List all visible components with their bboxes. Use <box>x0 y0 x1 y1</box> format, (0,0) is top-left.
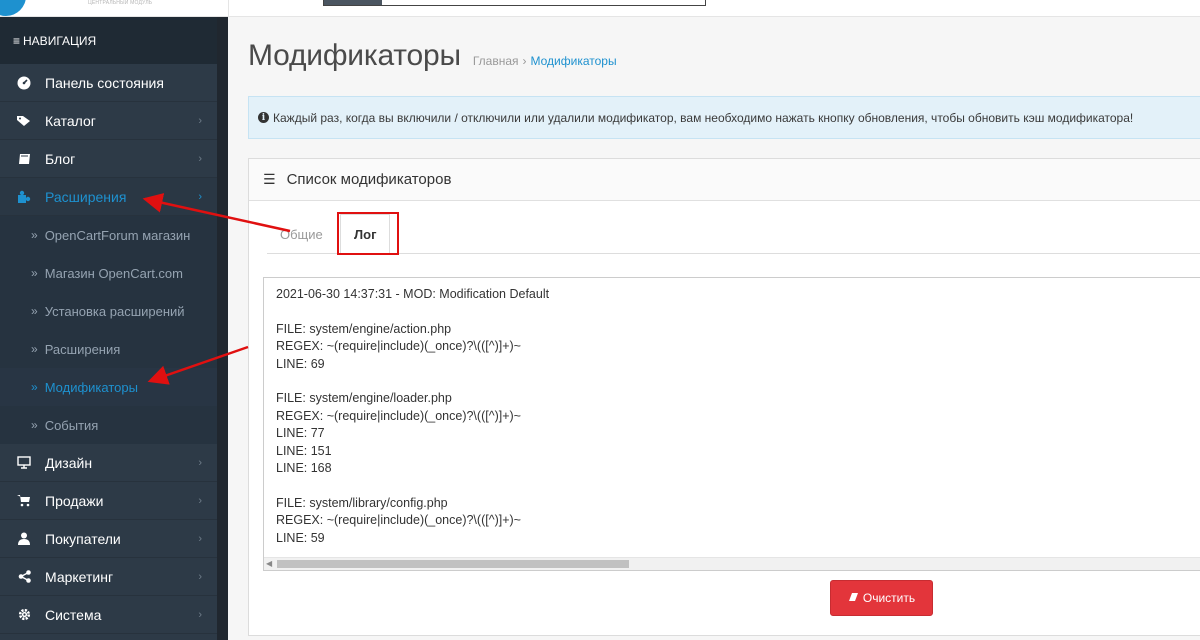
eraser-icon <box>848 591 859 605</box>
submenu-item-label: Установка расширений <box>44 303 185 319</box>
breadcrumb: Главная › Модификаторы <box>473 54 617 68</box>
double-chevron-icon: » <box>31 380 38 394</box>
sidebar-item-label: Маркетинг <box>45 568 114 585</box>
clear-button-label: Очистить <box>862 591 916 605</box>
hamburger-icon: ≡ <box>13 33 21 48</box>
sidebar: ≡ НАВИГАЦИЯ Панель состояния Каталог › Б… <box>0 17 217 640</box>
sidebar-item-dashboard[interactable]: Панель состояния <box>0 64 217 102</box>
sidebar-item-label: Продажи <box>45 492 104 509</box>
double-chevron-icon: » <box>31 418 38 432</box>
logo[interactable] <box>0 0 26 16</box>
chevron-right-icon: › <box>198 494 202 507</box>
breadcrumb-home[interactable]: Главная <box>473 54 519 68</box>
cart-icon <box>17 494 31 508</box>
sidebar-item-label: Система <box>45 606 102 623</box>
chevron-right-icon: › <box>198 608 202 621</box>
submenu-item-label: OpenCartForum магазин <box>44 227 191 243</box>
chevron-right-icon: › <box>198 190 202 203</box>
share-icon <box>17 570 31 584</box>
sidebar-scrollbar[interactable] <box>217 17 228 640</box>
sidebar-item-system[interactable]: Система › <box>0 596 217 634</box>
sidebar-item-label: Расширения <box>45 188 127 205</box>
submenu-item-extensions[interactable]: » Расширения <box>0 330 217 368</box>
puzzle-icon <box>17 190 31 204</box>
breadcrumb-separator: › <box>522 54 527 68</box>
alert-text: Каждый раз, когда вы включили / отключил… <box>273 110 1134 125</box>
chevron-right-icon: › <box>198 114 202 127</box>
clear-log-button[interactable]: Очистить <box>830 580 933 616</box>
user-icon <box>17 532 31 546</box>
scrollbar-thumb[interactable] <box>277 560 629 568</box>
sidebar-item-design[interactable]: Дизайн › <box>0 444 217 482</box>
header-search-box[interactable] <box>323 0 706 6</box>
tab-label: Общие <box>280 226 323 242</box>
annotation-highlight-box <box>337 212 399 255</box>
breadcrumb-current[interactable]: Модификаторы <box>531 54 617 68</box>
submenu-item-modifications[interactable]: » Модификаторы <box>0 368 217 406</box>
double-chevron-icon: » <box>31 304 38 318</box>
chevron-right-icon: › <box>198 570 202 583</box>
monitor-icon <box>17 456 31 470</box>
double-chevron-icon: » <box>31 266 38 280</box>
sidebar-item-label: Дизайн <box>45 454 93 471</box>
submenu-item-opencart-store[interactable]: » Магазин OpenCart.com <box>0 254 217 292</box>
submenu-item-label: События <box>44 417 99 433</box>
submenu-item-label: Модификаторы <box>44 379 138 395</box>
sidebar-item-blog[interactable]: Блог › <box>0 140 217 178</box>
tag-icon <box>17 114 31 128</box>
sidebar-item-marketing[interactable]: Маркетинг › <box>0 558 217 596</box>
nav-title: НАВИГАЦИЯ <box>23 33 97 48</box>
submenu-item-installer[interactable]: » Установка расширений <box>0 292 217 330</box>
chevron-right-icon: › <box>198 532 202 545</box>
page-header: Модификаторы Главная › Модификаторы <box>248 39 617 73</box>
logo-subtitle: ЦЕНТРАЛЬНЫЙ МОДУЛЬ <box>88 0 153 6</box>
double-chevron-icon: » <box>31 342 38 356</box>
submenu-item-label: Расширения <box>44 341 121 357</box>
chevron-right-icon: › <box>198 152 202 165</box>
horizontal-scrollbar[interactable]: ◀ <box>264 557 1200 570</box>
chevron-right-icon: › <box>198 456 202 469</box>
scroll-left-icon[interactable]: ◀ <box>266 558 272 570</box>
log-textarea[interactable]: 2021-06-30 14:37:31 - MOD: Modification … <box>263 277 1200 571</box>
book-icon <box>17 152 31 166</box>
submenu-item-events[interactable]: » События <box>0 406 217 444</box>
sidebar-item-label: Панель состояния <box>45 74 164 91</box>
tab-general[interactable]: Общие <box>267 214 336 254</box>
dashboard-icon <box>17 76 31 90</box>
sidebar-item-customers[interactable]: Покупатели › <box>0 520 217 558</box>
sidebar-item-label: Покупатели <box>45 530 121 547</box>
double-chevron-icon: » <box>31 228 38 242</box>
submenu-item-opencartforum[interactable]: » OpenCartForum магазин <box>0 216 217 254</box>
sidebar-item-extensions[interactable]: Расширения › <box>0 178 217 216</box>
sidebar-item-label: Блог <box>45 150 76 167</box>
header-divider <box>228 0 229 17</box>
panel-title: Список модификаторов <box>286 171 452 188</box>
header-search-button[interactable] <box>324 0 382 5</box>
tab-bar: Общие Лог <box>267 214 1200 254</box>
sidebar-item-sales[interactable]: Продажи › <box>0 482 217 520</box>
gear-icon <box>17 608 31 622</box>
main-content: Модификаторы Главная › Модификаторы i Ка… <box>228 17 1200 640</box>
submenu-item-label: Магазин OpenCart.com <box>44 265 183 281</box>
log-content: 2021-06-30 14:37:31 - MOD: Modification … <box>276 287 550 545</box>
panel-heading: ☰ Список модификаторов <box>249 159 1200 201</box>
sidebar-item-catalog[interactable]: Каталог › <box>0 102 217 140</box>
info-alert: i Каждый раз, когда вы включили / отключ… <box>248 96 1200 139</box>
page-title: Модификаторы <box>248 39 461 72</box>
list-icon: ☰ <box>263 171 276 187</box>
nav-header[interactable]: ≡ НАВИГАЦИЯ <box>0 17 217 64</box>
sidebar-item-label: Каталог <box>45 112 96 129</box>
info-icon: i <box>258 112 269 123</box>
top-header: ЦЕНТРАЛЬНЫЙ МОДУЛЬ <box>0 0 1200 17</box>
